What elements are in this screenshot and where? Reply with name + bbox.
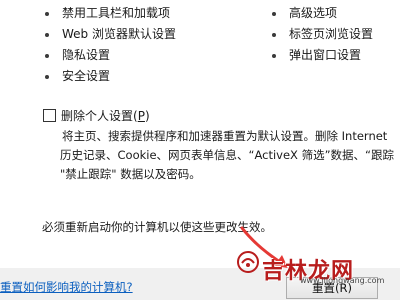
list-item-label: Web 浏览器默认设置 [62,27,176,41]
list-item: Web 浏览器默认设置 [45,24,176,45]
description-line: "禁止跟踪" 数据以及密码。 [60,167,201,181]
list-item: 标签页浏览设置 [272,24,373,45]
bullet-icon [272,12,276,16]
list-item: 安全设置 [45,66,176,87]
description-line: 将主页、搜索提供程序和加速器重置为默认设置。删除 Internet [62,129,388,143]
description-line: 历史记录、Cookie、网页表单信息、“ActiveX 筛选”数据、“跟踪 [60,148,395,162]
list-item-label: 安全设置 [62,69,111,83]
bullet-icon [272,33,276,37]
bullet-icon [45,33,49,37]
checkbox-label-end: ) [144,109,150,123]
list-item-label: 隐私设置 [62,48,111,62]
bullet-icon [45,75,49,79]
list-item-label: 高级选项 [289,6,338,20]
reset-help-link[interactable]: 重置如何影响我的计算机? [0,279,133,295]
watermark-url: www.jllongwang.com [300,276,385,285]
reset-items-left: 禁用工具栏和加载项 Web 浏览器默认设置 隐私设置 安全设置 [45,3,176,87]
bullet-icon [272,54,276,58]
list-item-label: 弹出窗口设置 [289,48,362,62]
list-item: 隐私设置 [45,45,176,66]
list-item: 高级选项 [272,3,373,24]
bullet-icon [45,54,49,58]
list-item: 禁用工具栏和加载项 [45,3,176,24]
list-item-label: 禁用工具栏和加载项 [62,6,171,20]
watermark-logo-icon [237,251,259,273]
checkbox-box[interactable] [43,109,56,122]
delete-personal-settings-checkbox[interactable]: 删除个人设置(P) [43,108,150,124]
checkbox-label: 删除个人设置( [61,109,138,123]
list-item-label: 标签页浏览设置 [289,27,374,41]
reset-items-right: 高级选项 标签页浏览设置 弹出窗口设置 [272,3,373,66]
list-item: 弹出窗口设置 [272,45,373,66]
delete-personal-description: 将主页、搜索提供程序和加速器重置为默认设置。删除 Internet 历史记录、C… [60,127,400,184]
bullet-icon [45,12,49,16]
checkbox-accelerator: P [137,109,145,123]
